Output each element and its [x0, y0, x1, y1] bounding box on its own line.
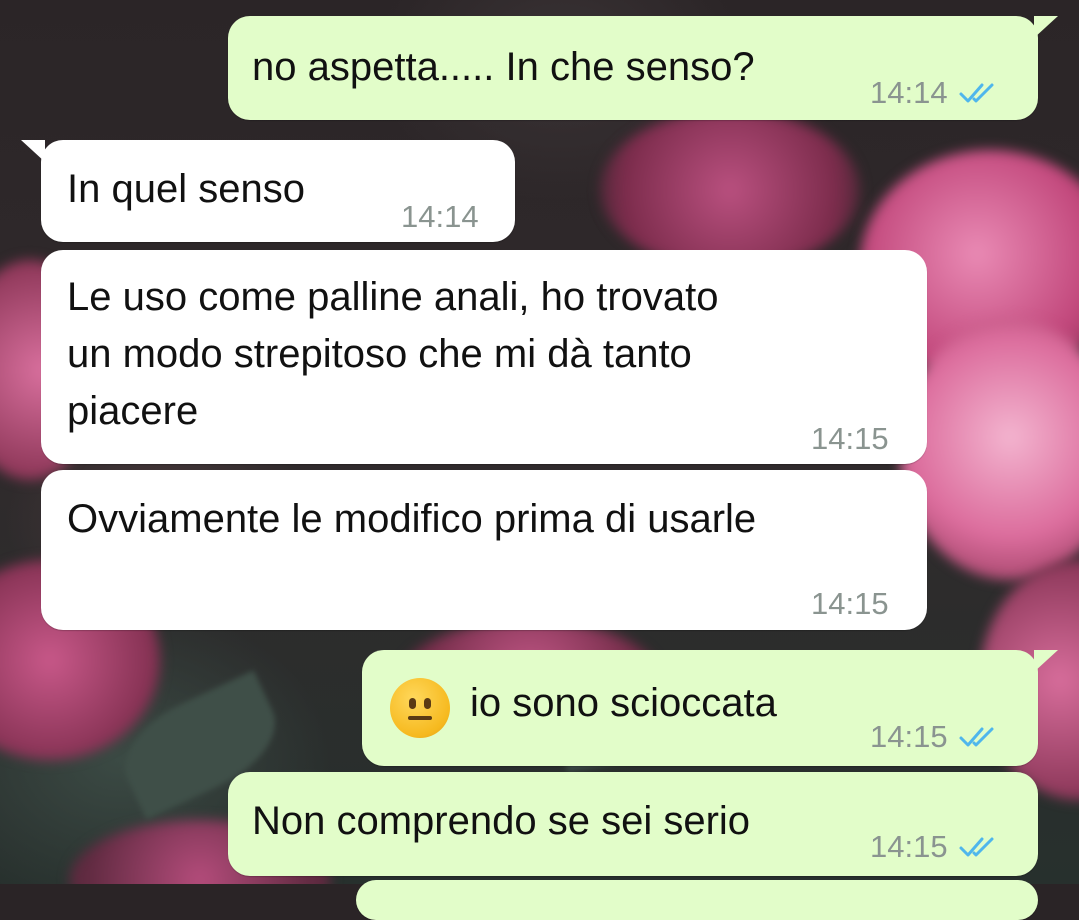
message-text: Ovviamente le modifico prima di usarle: [67, 497, 757, 541]
message-timestamp: 14:14: [401, 199, 479, 234]
read-receipt-icon: [959, 727, 994, 747]
message-bubble-incoming[interactable]: Le uso come palline anali, ho trovato un…: [41, 250, 927, 464]
message-text: io sono scioccata: [470, 681, 777, 725]
message-timestamp: 14:15: [811, 586, 889, 621]
message-timestamp: 14:15: [870, 719, 948, 754]
message-timestamp: 14:15: [870, 829, 948, 864]
message-text: In quel senso: [67, 167, 305, 211]
read-receipt-icon: [959, 837, 994, 857]
message-meta: 14:14: [870, 64, 1000, 122]
message-text: Non comprendo se sei serio: [252, 799, 751, 843]
neutral-face-emoji-icon: [390, 678, 450, 738]
message-meta: 14:15: [870, 818, 1000, 876]
message-bubble-outgoing[interactable]: io sono scioccata 14:15: [362, 650, 1058, 766]
message-text-line: un modo strepitoso che mi dà tanto: [67, 332, 692, 376]
message-timestamp: 14:15: [811, 421, 889, 456]
message-bubble-incoming[interactable]: In quel senso 14:14: [21, 140, 515, 242]
message-bubble-outgoing[interactable]: Non comprendo se sei serio 14:15: [228, 772, 1038, 876]
message-text: no aspetta..... In che senso?: [252, 45, 755, 89]
message-text-line: Le uso come palline anali, ho trovato: [67, 275, 719, 319]
message-meta: 14:15: [870, 708, 1000, 766]
message-bubble-outgoing[interactable]: no aspetta..... In che senso? 14:14: [228, 16, 1058, 122]
message-bubble-incoming[interactable]: Ovviamente le modifico prima di usarle 1…: [41, 470, 927, 630]
read-receipt-icon: [959, 83, 994, 103]
message-bubble-outgoing-partial[interactable]: [356, 880, 1038, 920]
message-timestamp: 14:14: [870, 75, 948, 110]
message-text-line: piacere: [67, 389, 199, 433]
